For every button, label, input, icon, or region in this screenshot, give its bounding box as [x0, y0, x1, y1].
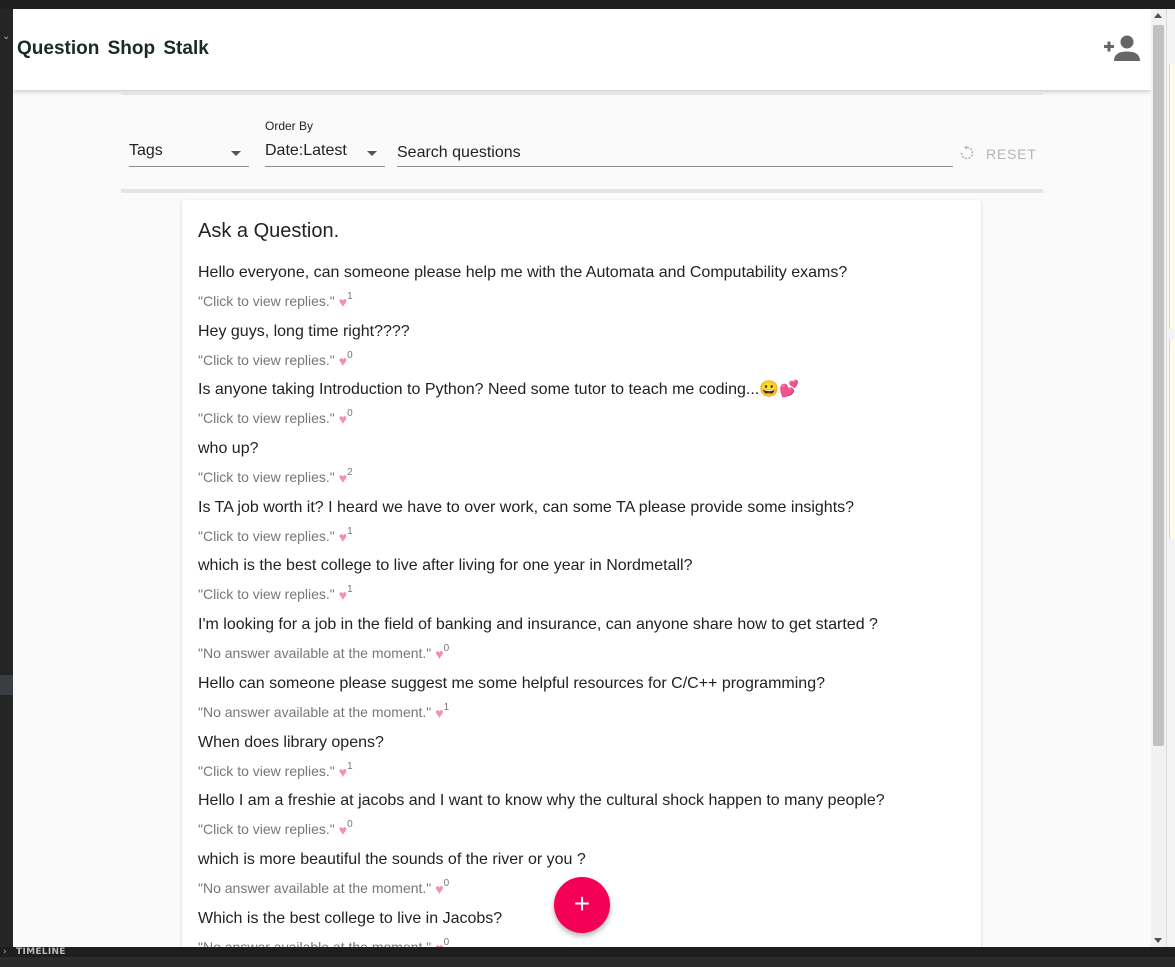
reply-status[interactable]: "No answer available at the moment.": [198, 880, 431, 896]
question-item[interactable]: Is anyone taking Introduction to Python?…: [198, 380, 978, 439]
like-count: 0: [443, 936, 450, 948]
question-item[interactable]: Hey guys, long time right???? "Click to v…: [198, 322, 978, 381]
window-top-bar: [0, 0, 1175, 9]
reply-status[interactable]: "Click to view replies.": [198, 586, 335, 602]
heart-icon[interactable]: ♥: [339, 586, 347, 604]
order-by-select[interactable]: Date:Latest: [265, 141, 385, 167]
question-text[interactable]: Hello can someone please suggest me some…: [198, 674, 978, 694]
heart-icon[interactable]: ♥: [339, 763, 347, 781]
question-item[interactable]: which is the best college to live after …: [198, 556, 978, 615]
reply-status[interactable]: "Click to view replies.": [198, 352, 335, 368]
question-status[interactable]: "No answer available at the moment." ♥1: [198, 699, 978, 722]
scrollbar[interactable]: [1151, 9, 1166, 947]
caret-down-icon: [231, 151, 241, 156]
question-status[interactable]: "Click to view replies." ♥2: [198, 464, 978, 487]
plus-icon: +: [573, 888, 591, 919]
question-status[interactable]: "Click to view replies." ♥1: [198, 581, 978, 604]
reset-label: RESET: [986, 146, 1037, 162]
status-bar: › TIMELINE: [0, 947, 1175, 957]
question-item[interactable]: I'm looking for a job in the field of ba…: [198, 615, 978, 674]
question-text[interactable]: Is TA job worth it? I heard we have to o…: [198, 498, 978, 518]
chevron-down-icon[interactable]: ⌄: [2, 31, 10, 42]
question-item[interactable]: Hello everyone, can someone please help …: [198, 263, 978, 322]
question-text[interactable]: I'm looking for a job in the field of ba…: [198, 615, 978, 635]
question-text[interactable]: which is more beautiful the sounds of th…: [198, 850, 978, 870]
chevron-right-icon[interactable]: ›: [3, 947, 7, 957]
minimap-highlight: [1169, 64, 1175, 329]
question-text[interactable]: Is anyone taking Introduction to Python?…: [198, 380, 978, 400]
reply-status[interactable]: "Click to view replies.": [198, 528, 335, 544]
question-item[interactable]: who up? "Click to view replies." ♥2: [198, 439, 978, 498]
caret-down-icon: [367, 151, 377, 156]
order-by-value: Date:Latest: [265, 142, 347, 159]
reply-status[interactable]: "Click to view replies.": [198, 410, 335, 426]
reply-status[interactable]: "Click to view replies.": [198, 763, 335, 779]
question-item[interactable]: When does library opens? "Click to view r…: [198, 733, 978, 792]
editor-gutter: ⌄: [0, 9, 13, 957]
like-count: 0: [347, 349, 353, 361]
question-text[interactable]: who up?: [198, 439, 978, 459]
divider: [121, 189, 1043, 193]
heart-icon[interactable]: ♥: [435, 704, 443, 722]
order-by-label: Order By: [265, 119, 314, 133]
question-status[interactable]: "Click to view replies." ♥1: [198, 523, 978, 546]
minimap-highlight: [1169, 339, 1175, 539]
heart-icon[interactable]: ♥: [339, 293, 347, 311]
reply-status[interactable]: "Click to view replies.": [198, 469, 335, 485]
reply-status[interactable]: "No answer available at the moment.": [198, 645, 431, 661]
gutter-marker: [0, 675, 13, 695]
ask-question-title[interactable]: Ask a Question.: [198, 220, 339, 243]
question-item[interactable]: Hello can someone please suggest me some…: [198, 674, 978, 733]
heart-icon[interactable]: ♥: [339, 410, 347, 428]
add-question-button[interactable]: +: [554, 877, 610, 933]
like-count: 2: [347, 467, 353, 479]
question-status[interactable]: "No answer available at the moment."♥0: [198, 640, 978, 663]
question-item[interactable]: Hello I am a freshie at jacobs and I wan…: [198, 791, 978, 850]
question-text[interactable]: Hello everyone, can someone please help …: [198, 263, 978, 283]
search-input[interactable]: [397, 140, 953, 167]
question-text[interactable]: Hey guys, long time right????: [198, 322, 978, 342]
like-count: 0: [347, 819, 353, 831]
like-count: 0: [347, 408, 353, 420]
app-bar: Question Shop Stalk: [13, 9, 1151, 90]
minimap-strip: [1166, 9, 1175, 949]
question-status[interactable]: "Click to view replies." ♥1: [198, 758, 978, 781]
question-status[interactable]: "Click to view replies." ♥1: [198, 288, 978, 311]
heart-icon[interactable]: ♥: [339, 352, 347, 370]
scrollbar-thumb[interactable]: [1153, 25, 1164, 746]
heart-icon[interactable]: ♥: [435, 645, 443, 663]
timeline-label[interactable]: TIMELINE: [16, 947, 66, 957]
question-status[interactable]: "Click to view replies." ♥0: [198, 816, 978, 839]
like-count: 0: [443, 877, 450, 889]
question-list: Hello everyone, can someone please help …: [198, 263, 978, 967]
like-count: 1: [347, 291, 353, 302]
reply-status[interactable]: "Click to view replies.": [198, 821, 335, 837]
tags-select-value: Tags: [129, 142, 163, 159]
reply-status[interactable]: "No answer available at the moment.": [198, 704, 431, 720]
scroll-down-icon[interactable]: [1154, 938, 1162, 943]
question-item[interactable]: Is TA job worth it? I heard we have to o…: [198, 498, 978, 557]
add-user-button[interactable]: [1101, 33, 1141, 65]
like-count: 1: [347, 525, 353, 537]
person-add-icon: [1104, 35, 1140, 61]
like-count: 1: [347, 760, 353, 772]
divider: [121, 91, 1043, 95]
question-status[interactable]: "Click to view replies." ♥0: [198, 405, 978, 428]
heart-icon[interactable]: ♥: [435, 880, 443, 898]
scroll-up-icon[interactable]: [1154, 13, 1162, 18]
heart-icon[interactable]: ♥: [339, 821, 347, 839]
like-count: 0: [443, 643, 450, 655]
like-count: 1: [347, 584, 353, 596]
like-count: 1: [443, 701, 450, 713]
question-text[interactable]: which is the best college to live after …: [198, 556, 978, 576]
tags-select[interactable]: Tags: [129, 141, 249, 167]
app-title: Question Shop Stalk: [17, 38, 209, 59]
heart-icon[interactable]: ♥: [339, 469, 347, 487]
refresh-icon: [960, 145, 974, 160]
heart-icon[interactable]: ♥: [339, 528, 347, 546]
question-text[interactable]: Hello I am a freshie at jacobs and I wan…: [198, 791, 978, 811]
reply-status[interactable]: "Click to view replies.": [198, 293, 335, 309]
question-text[interactable]: When does library opens?: [198, 733, 978, 753]
question-status[interactable]: "Click to view replies." ♥0: [198, 347, 978, 370]
